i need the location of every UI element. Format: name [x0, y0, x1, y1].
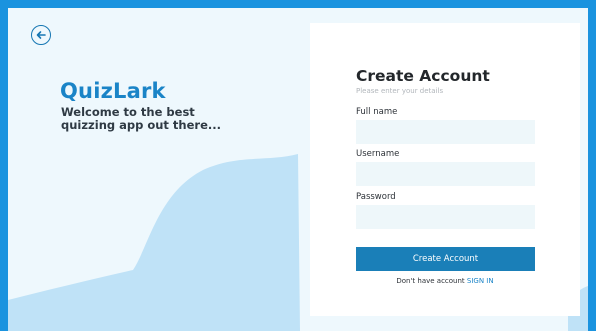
app-frame: QuizLark Welcome to the best quizzing ap…	[8, 8, 588, 331]
full-name-label: Full name	[356, 107, 398, 117]
signin-link[interactable]: SIGN IN	[467, 277, 494, 285]
username-label: Username	[356, 149, 400, 159]
form-subtitle: Please enter your details	[356, 87, 444, 95]
full-name-input[interactable]	[356, 120, 535, 144]
signin-row: Don't have account SIGN IN	[310, 277, 580, 285]
password-input[interactable]	[356, 205, 535, 229]
signin-prompt: Don't have account	[396, 277, 465, 285]
arrow-left-icon	[36, 31, 46, 39]
username-input[interactable]	[356, 162, 535, 186]
brand-tagline: Welcome to the best quizzing app out the…	[61, 105, 221, 132]
password-label: Password	[356, 192, 396, 202]
back-button[interactable]	[31, 25, 51, 45]
brand-title: QuizLark	[60, 79, 166, 103]
signup-card: Create Account Please enter your details…	[310, 23, 580, 316]
create-account-button[interactable]: Create Account	[356, 247, 535, 271]
form-title: Create Account	[356, 67, 490, 85]
